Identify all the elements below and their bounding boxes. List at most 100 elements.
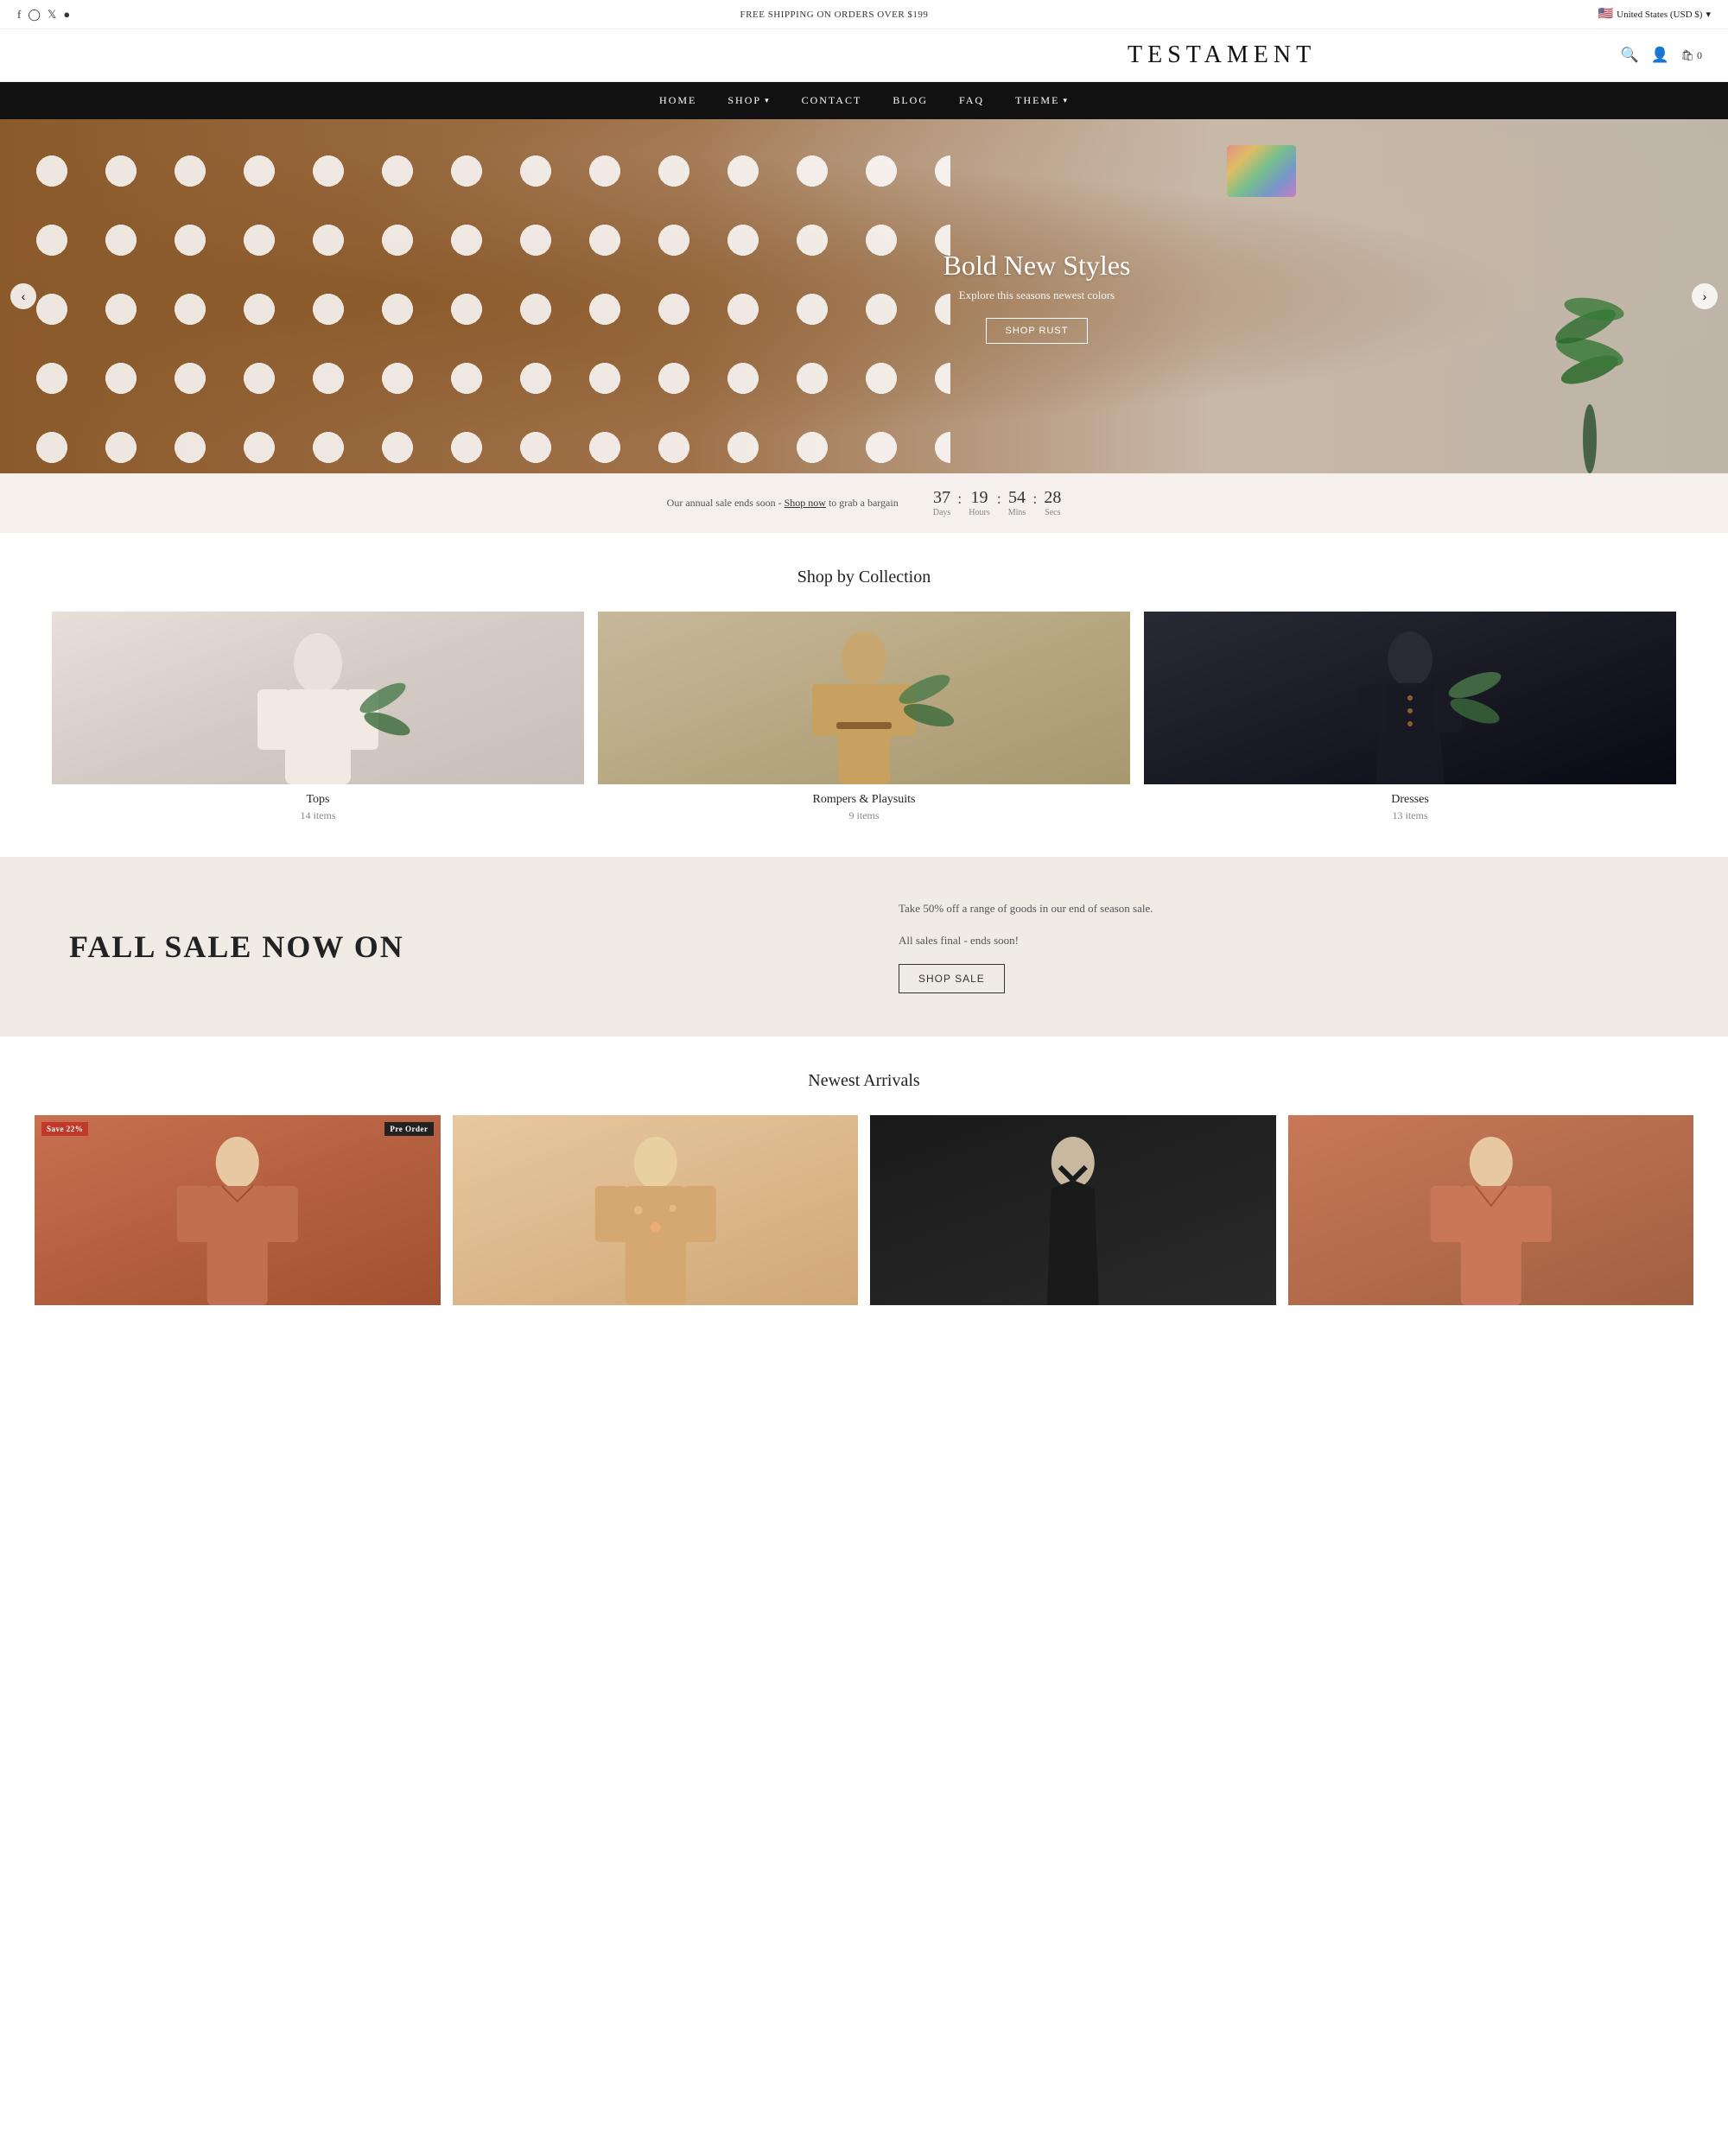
nav-blog-label: BLOG (893, 94, 928, 107)
hero-title: Bold New Styles (943, 250, 1131, 282)
nav-theme-label: THEME (1015, 94, 1059, 107)
timer-secs-value: 28 (1044, 489, 1061, 506)
header-icons: 🔍 👤 🛍 0 (1620, 47, 1702, 64)
collection-rompers[interactable]: Rompers & Playsuits 9 items (598, 612, 1130, 822)
sale-cta-button[interactable]: Shop Sale (899, 964, 1005, 993)
countdown-timer: 37 Days : 19 Hours : 54 Mins : 28 Secs (933, 489, 1062, 517)
sale-banner: FALL SALE NOW ON Take 50% off a range of… (0, 857, 1728, 1037)
collection-dresses-count: 13 items (1144, 809, 1676, 822)
nav-item-blog[interactable]: BLOG (893, 94, 928, 107)
hero-next-button[interactable]: › (1692, 283, 1718, 309)
collection-tops[interactable]: Tops 14 items (52, 612, 584, 822)
timer-mins: 54 Mins (1008, 489, 1026, 517)
collection-dresses-name: Dresses (1144, 793, 1676, 807)
timer-sep-1: : (957, 489, 962, 508)
countdown-shop-link[interactable]: Shop now (785, 497, 826, 509)
collection-rompers-count: 9 items (598, 809, 1130, 822)
sale-right-content: Take 50% off a range of goods in our end… (899, 900, 1659, 993)
sale-desc-line2: All sales final - ends soon! (899, 932, 1659, 950)
product-card-1[interactable]: Save 22% Pre Order (35, 1115, 441, 1305)
hero-plant-decoration (1538, 197, 1642, 473)
nav-home-label: HOME (659, 94, 696, 107)
top-bar: f ◯ 𝕏 ● FREE SHIPPING ON ORDERS OVER $19… (0, 0, 1728, 29)
twitter-icon[interactable]: 𝕏 (48, 8, 56, 22)
search-icon[interactable]: 🔍 (1620, 47, 1638, 64)
hero-prism-effect (1227, 145, 1296, 197)
hero-prev-button[interactable]: ‹ (10, 283, 36, 309)
sale-desc-line1: Take 50% off a range of goods in our end… (899, 900, 1659, 918)
main-nav: HOME SHOP ▾ CONTACT BLOG FAQ THEME ▾ (0, 82, 1728, 119)
arrivals-title: Newest Arrivals (35, 1071, 1693, 1091)
countdown-text-after: to grab a bargain (829, 497, 899, 509)
countdown-text: Our annual sale ends soon - Shop now to … (667, 497, 899, 510)
timer-secs: 28 Secs (1044, 489, 1061, 517)
product-image-1: Save 22% Pre Order (35, 1115, 441, 1305)
nav-item-shop[interactable]: SHOP ▾ (727, 94, 770, 107)
timer-hours-label: Hours (969, 508, 989, 517)
hero-content: Bold New Styles Explore this seasons new… (943, 250, 1131, 344)
hero-section: ‹ Bold New Styles Explore this seasons n… (0, 119, 1728, 473)
pinterest-icon[interactable]: ● (63, 8, 70, 22)
hero-cta-button[interactable]: Shop Rust (986, 318, 1089, 344)
region-chevron-icon: ▾ (1706, 9, 1711, 20)
product-image-2 (453, 1115, 859, 1305)
badge-preorder-1: Pre Order (384, 1122, 433, 1136)
facebook-icon[interactable]: f (17, 8, 21, 22)
timer-sep-3: : (1032, 489, 1037, 508)
sale-title: FALL SALE NOW ON (69, 929, 829, 965)
timer-days-label: Days (933, 508, 951, 517)
collection-dresses[interactable]: Dresses 13 items (1144, 612, 1676, 822)
flag-icon: 🇺🇸 (1598, 7, 1613, 22)
collection-dresses-image (1144, 612, 1676, 784)
cart-icon[interactable]: 🛍 0 (1681, 49, 1702, 62)
arrivals-section: Newest Arrivals Save 22% Pre Order (0, 1037, 1728, 1322)
timer-mins-value: 54 (1008, 489, 1026, 506)
timer-hours: 19 Hours (969, 489, 989, 517)
nav-item-faq[interactable]: FAQ (959, 94, 984, 107)
nav-item-home[interactable]: HOME (659, 94, 696, 107)
hero-subtitle: Explore this seasons newest colors (943, 289, 1131, 302)
region-selector[interactable]: 🇺🇸 United States (USD $) ▾ (1598, 7, 1711, 22)
badge-sale-1: Save 22% (41, 1122, 88, 1136)
hero-next-icon: › (1703, 289, 1707, 303)
collection-rompers-image (598, 612, 1130, 784)
product-image-4 (1288, 1115, 1694, 1305)
social-icons: f ◯ 𝕏 ● (17, 8, 70, 22)
timer-secs-label: Secs (1045, 508, 1060, 517)
timer-days-value: 37 (933, 489, 950, 506)
nav-faq-label: FAQ (959, 94, 984, 107)
timer-sep-2: : (997, 489, 1001, 508)
nav-shop-label: SHOP (727, 94, 761, 107)
hero-polka-dots (0, 119, 950, 473)
region-label: United States (USD $) (1617, 10, 1702, 20)
product-card-4[interactable] (1288, 1115, 1694, 1305)
theme-chevron-icon: ▾ (1063, 96, 1069, 105)
timer-hours-value: 19 (971, 489, 988, 506)
instagram-icon[interactable]: ◯ (28, 8, 41, 22)
product-image-3 (870, 1115, 1276, 1305)
logo[interactable]: TESTAMENT (823, 41, 1621, 69)
shop-chevron-icon: ▾ (765, 96, 771, 105)
header: TESTAMENT 🔍 👤 🛍 0 (0, 29, 1728, 82)
nav-item-contact[interactable]: CONTACT (802, 94, 862, 107)
nav-item-theme[interactable]: THEME ▾ (1015, 94, 1069, 107)
collection-rompers-name: Rompers & Playsuits (598, 793, 1130, 807)
hero-prev-icon: ‹ (22, 289, 26, 303)
timer-mins-label: Mins (1008, 508, 1026, 517)
product-card-3[interactable] (870, 1115, 1276, 1305)
product-card-2[interactable] (453, 1115, 859, 1305)
account-icon[interactable]: 👤 (1651, 47, 1669, 64)
countdown-text-before: Our annual sale ends soon - (667, 497, 782, 509)
countdown-bar: Our annual sale ends soon - Shop now to … (0, 473, 1728, 533)
collections-title: Shop by Collection (52, 568, 1676, 587)
collection-tops-name: Tops (52, 793, 584, 807)
collection-tops-count: 14 items (52, 809, 584, 822)
timer-days: 37 Days (933, 489, 951, 517)
collections-section: Shop by Collection Tops 14 items (0, 533, 1728, 857)
nav-contact-label: CONTACT (802, 94, 862, 107)
collections-grid: Tops 14 items Rompers & Playsuits 9 item (52, 612, 1676, 822)
cart-count: 0 (1697, 49, 1702, 61)
collection-tops-image (52, 612, 584, 784)
arrivals-grid: Save 22% Pre Order (35, 1115, 1693, 1305)
shipping-notice: FREE SHIPPING ON ORDERS OVER $199 (740, 10, 929, 20)
